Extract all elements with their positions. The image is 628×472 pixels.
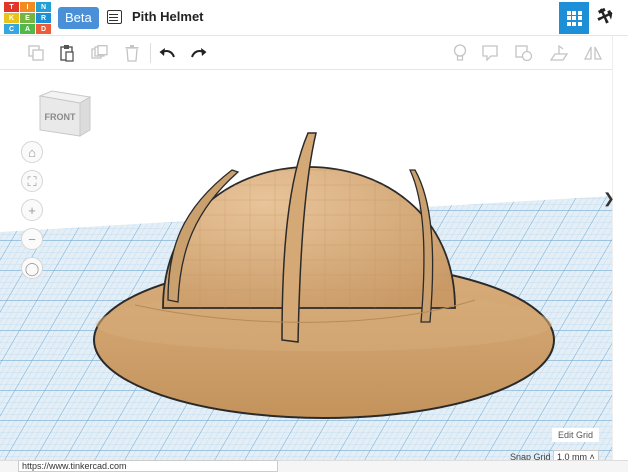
view-cube-label: FRONT xyxy=(45,112,76,122)
logo-cell: K xyxy=(4,13,19,23)
hammer-icon[interactable]: ⚒ xyxy=(593,4,615,29)
paste-icon[interactable] xyxy=(57,43,77,63)
undo-icon[interactable] xyxy=(157,43,177,63)
logo-cell: D xyxy=(36,24,51,34)
chevron-right-icon[interactable]: ❯ xyxy=(603,190,615,207)
edit-toolbar xyxy=(0,36,612,70)
lightbulb-icon[interactable] xyxy=(450,43,470,63)
grid-view-icon[interactable] xyxy=(559,2,589,34)
logo-cell: T xyxy=(4,2,19,12)
workplane-icon[interactable] xyxy=(549,43,569,63)
duplicate-icon[interactable] xyxy=(90,43,110,63)
note-icon[interactable] xyxy=(481,43,501,63)
tinkercad-logo[interactable]: T I N K E R C A D xyxy=(4,2,52,34)
snap-grid-label: Snap Grid xyxy=(510,452,551,460)
delete-icon[interactable] xyxy=(122,43,142,63)
list-icon[interactable] xyxy=(107,10,122,24)
home-icon[interactable]: ⌂ xyxy=(21,141,43,163)
logo-cell: E xyxy=(20,13,35,23)
copy-icon[interactable] xyxy=(26,43,46,63)
shape-note-icon[interactable] xyxy=(514,43,534,63)
logo-cell: C xyxy=(4,24,19,34)
view-cube[interactable]: FRONT xyxy=(36,90,92,147)
mirror-icon[interactable] xyxy=(583,43,603,63)
status-url: https://www.tinkercad.com xyxy=(18,460,278,472)
snap-grid-select[interactable]: 1.0 mm ˄ xyxy=(553,450,599,460)
edit-grid-button[interactable]: Edit Grid xyxy=(552,428,600,442)
zoom-out-icon[interactable]: − xyxy=(21,228,43,250)
toolbar-divider xyxy=(150,43,151,63)
logo-cell: N xyxy=(36,2,51,12)
workplane-viewport[interactable]: FRONT ⌂ ⛶ + − ◯ Edit Grid Snap Grid 1.0 … xyxy=(0,70,612,460)
zoom-in-icon[interactable]: + xyxy=(21,199,43,221)
perspective-icon[interactable]: ◯ xyxy=(21,257,43,279)
logo-cell: I xyxy=(20,2,35,12)
logo-cell: R xyxy=(36,13,51,23)
app-header: T I N K E R C A D Beta Pith Helmet ⚒ xyxy=(0,0,628,36)
beta-badge[interactable]: Beta xyxy=(58,7,99,29)
fit-icon[interactable]: ⛶ xyxy=(21,170,43,192)
design-title[interactable]: Pith Helmet xyxy=(132,9,204,24)
logo-cell: A xyxy=(20,24,35,34)
redo-icon[interactable] xyxy=(189,43,209,63)
vertical-scrollbar[interactable] xyxy=(612,36,628,460)
